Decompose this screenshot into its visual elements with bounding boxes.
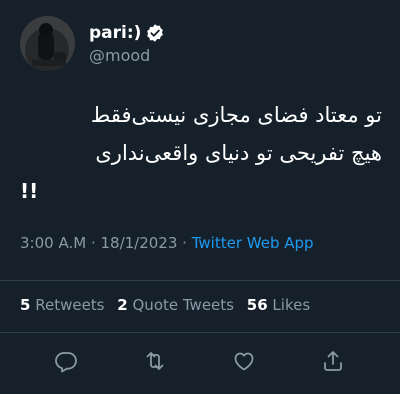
display-name-row: pari:) [89,21,165,45]
retweet-icon [146,352,164,370]
tweet-stats: 5 Retweets 2 Quote Tweets 56 Likes [20,296,318,314]
meta-separator: · [86,234,101,252]
retweets-count: 5 [20,296,31,314]
share-icon [324,351,342,371]
verified-badge-icon [145,23,165,43]
avatar-image [20,15,75,71]
retweet-button[interactable] [142,348,168,374]
quotes-stat[interactable]: 2 Quote Tweets [117,296,234,314]
retweets-stat[interactable]: 5 Retweets [20,296,105,314]
tweet-actions [0,348,400,378]
tweet-time[interactable]: 3:00 A.M [20,234,86,252]
tweet-line: !! [20,179,39,203]
tweet-header: pari:) @mood [20,15,165,71]
divider [0,280,400,281]
retweets-label: Retweets [35,296,105,314]
share-button[interactable] [320,348,346,374]
avatar[interactable] [20,15,75,71]
tweet-date[interactable]: 18/1/2023 [100,234,177,252]
reply-icon [55,352,77,373]
like-button[interactable] [231,348,257,374]
divider [0,332,400,333]
likes-label: Likes [272,296,311,314]
quotes-label: Quote Tweets [132,296,234,314]
author-names: pari:) @mood [89,21,165,65]
like-icon [234,352,254,371]
quotes-count: 2 [117,296,128,314]
tweet-source-link[interactable]: Twitter Web App [192,234,314,252]
meta-separator: · [177,234,192,252]
likes-count: 56 [246,296,268,314]
tweet-text: تو معتاد فضای مجازی نیستی‌فقط هیچ تفریحی… [20,96,382,210]
likes-stat[interactable]: 56 Likes [247,296,310,314]
tweet-meta: 3:00 A.M · 18/1/2023 · Twitter Web App [20,234,314,252]
handle[interactable]: @mood [89,46,165,65]
tweet-line: تو معتاد فضای مجازی نیستی‌فقط [90,103,382,127]
tweet-line: هیچ تفریحی تو دنیای واقعی‌نداری [95,141,382,165]
reply-button[interactable] [53,348,79,374]
display-name[interactable]: pari:) [89,23,141,43]
